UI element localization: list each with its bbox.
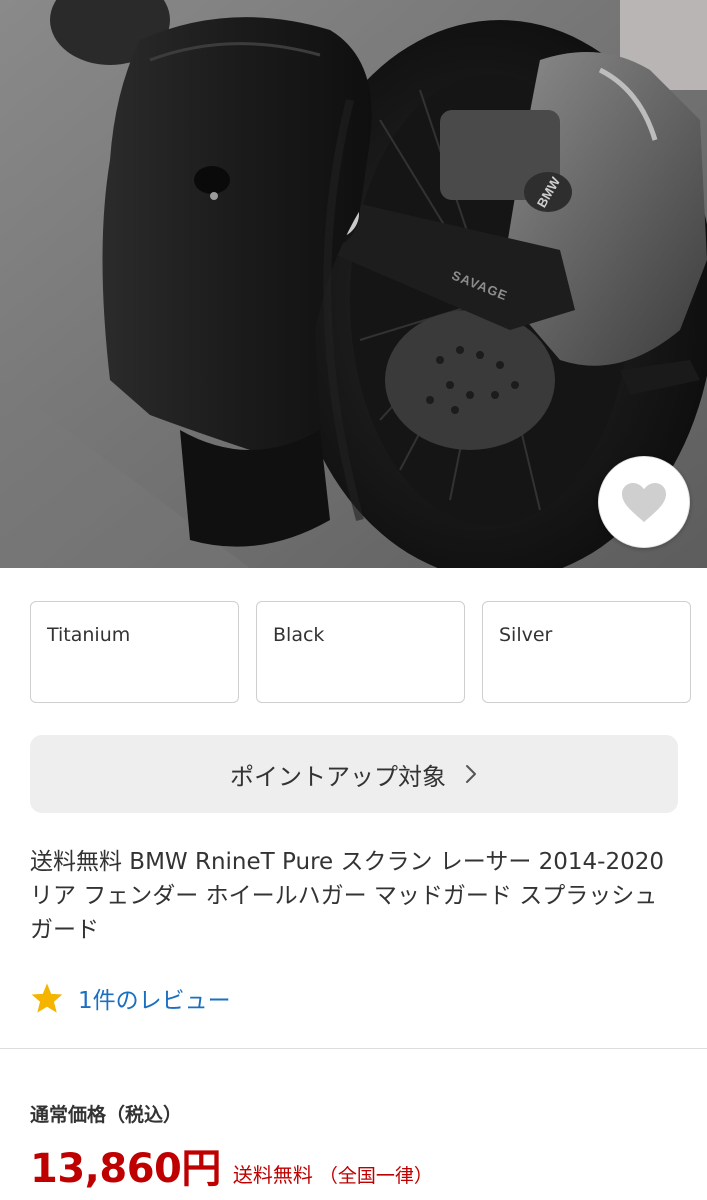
chevron-right-icon xyxy=(464,763,478,785)
price-row: 13,860円 送料無料 （全国一律） xyxy=(30,1136,433,1194)
section-divider xyxy=(0,1048,707,1049)
variant-selector: Titanium Black Silver xyxy=(30,601,692,703)
variant-option-silver[interactable]: Silver xyxy=(482,601,691,703)
heart-icon xyxy=(622,483,666,522)
product-title: 送料無料 BMW RnineT Pure スクラン レーサー 2014-2020… xyxy=(30,849,665,943)
price-label: 通常価格（税込） xyxy=(30,1104,183,1126)
shipping-note: （全国一律） xyxy=(318,1165,433,1187)
favorite-button[interactable] xyxy=(598,456,690,548)
point-up-label: ポイントアップ対象 xyxy=(230,762,446,791)
variant-option-black[interactable]: Black xyxy=(256,601,465,703)
review-link[interactable]: 1件のレビュー xyxy=(30,978,231,1018)
point-up-button[interactable]: ポイントアップ対象 xyxy=(30,735,678,813)
product-image[interactable]: BMW SAVAGE xyxy=(0,0,707,568)
price-value: 13,860円 xyxy=(30,1146,221,1192)
variant-label: Silver xyxy=(499,624,553,646)
variant-label: Titanium xyxy=(47,624,131,646)
variant-option-titanium[interactable]: Titanium xyxy=(30,601,239,703)
shipping-badge: 送料無料 xyxy=(232,1163,313,1187)
star-icon xyxy=(30,982,64,1014)
review-count-label: 1件のレビュー xyxy=(78,988,231,1014)
variant-label: Black xyxy=(273,624,325,646)
